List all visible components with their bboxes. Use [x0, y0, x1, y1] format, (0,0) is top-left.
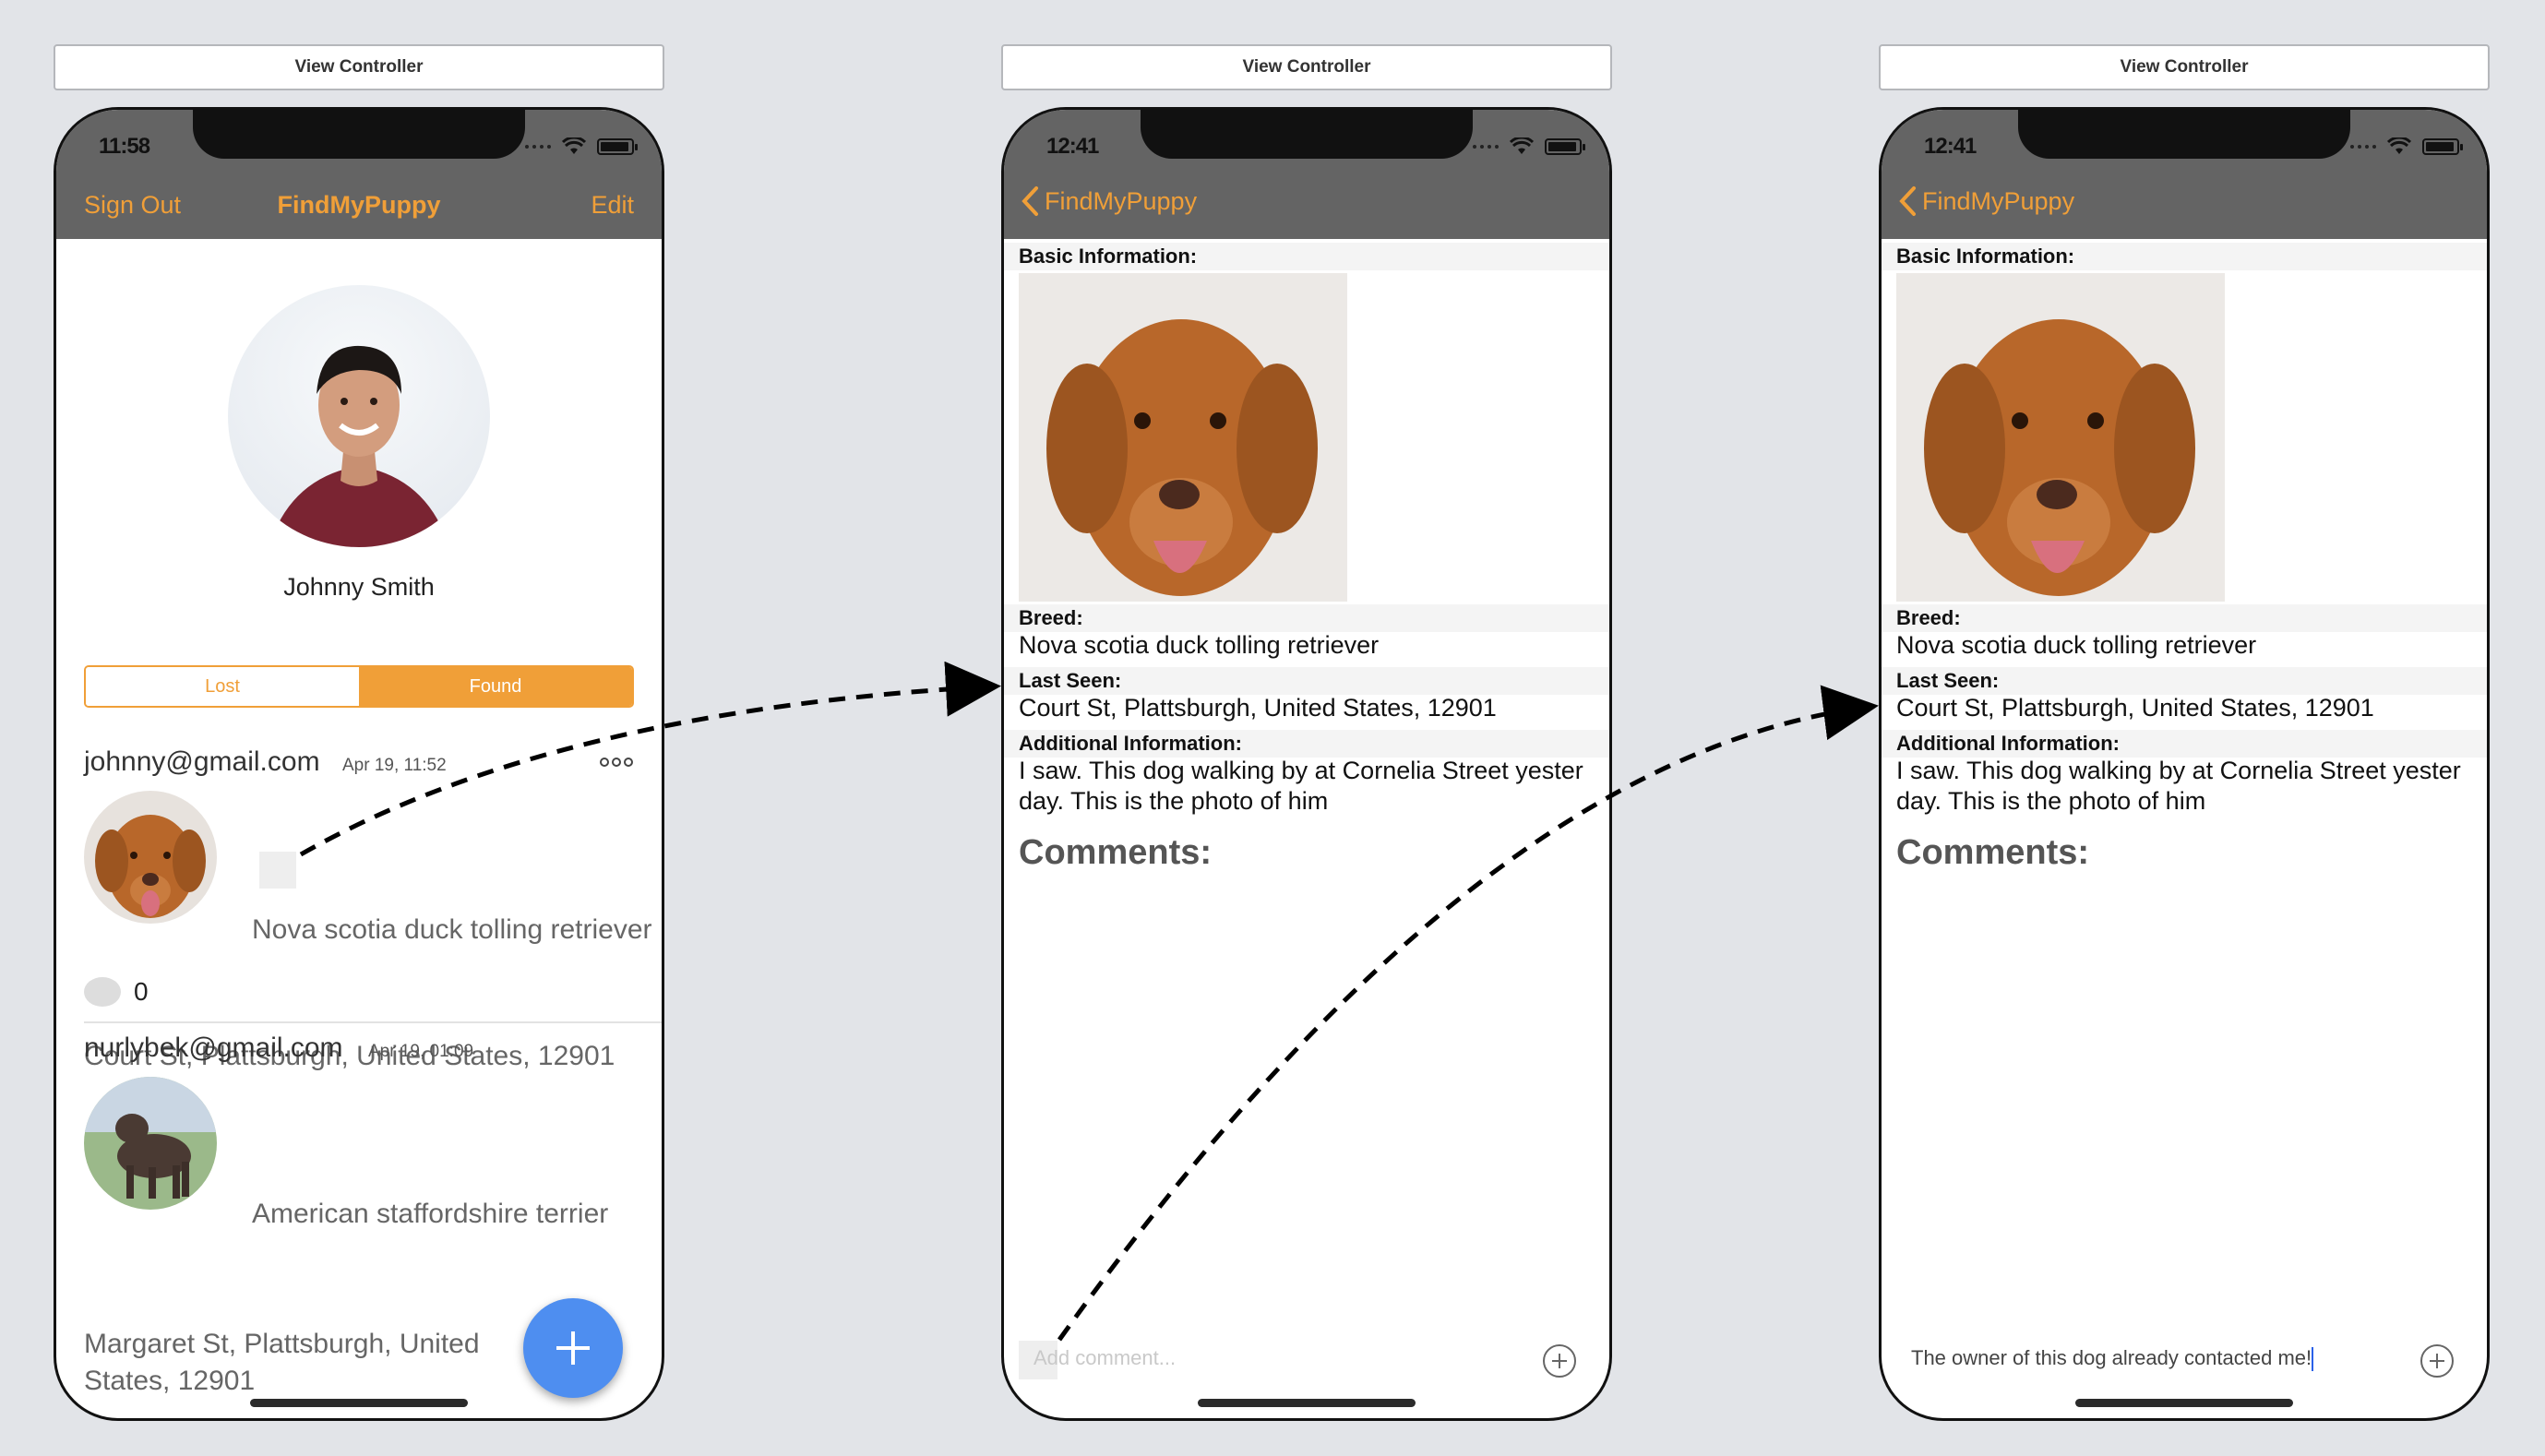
- device-notch: [193, 110, 525, 159]
- post-email: johnny@gmail.com: [84, 746, 320, 777]
- segment-found[interactable]: Found: [359, 667, 632, 706]
- add-post-button[interactable]: [523, 1298, 623, 1398]
- home-indicator: [2075, 1399, 2293, 1407]
- plus-circle-icon: [1552, 1354, 1567, 1368]
- comments-title: Comments:: [1896, 833, 2090, 872]
- signal-icon: [1473, 145, 1499, 149]
- add-comment-button[interactable]: [1543, 1344, 1576, 1378]
- more-options-icon[interactable]: [600, 758, 633, 767]
- text-caret: [2312, 1347, 2314, 1372]
- status-icons: [525, 137, 638, 156]
- dog-photo: [1896, 273, 2225, 602]
- comment-input[interactable]: The owner of this dog already contacted …: [1911, 1346, 2314, 1372]
- status-time: 11:58: [99, 134, 150, 159]
- back-button[interactable]: FindMyPuppy: [1021, 185, 1197, 217]
- post-dog-thumbnail[interactable]: [84, 791, 217, 924]
- plus-circle-icon: [2430, 1354, 2444, 1368]
- battery-icon: [1545, 138, 1585, 155]
- edit-button[interactable]: Edit: [591, 191, 634, 220]
- profile-name: Johnny Smith: [283, 573, 435, 601]
- wifi-icon: [1510, 137, 1534, 154]
- divider: [84, 1021, 662, 1023]
- post-dog-thumbnail[interactable]: [84, 1077, 217, 1210]
- comment-input-text: The owner of this dog already contacted …: [1911, 1346, 2312, 1369]
- home-indicator: [250, 1399, 468, 1407]
- view-controller-label: View Controller: [1879, 44, 2490, 90]
- signal-icon: [525, 145, 551, 149]
- view-controller-label: View Controller: [1001, 44, 1612, 90]
- home-indicator: [1198, 1399, 1416, 1407]
- post-email: nurlybek@gmail.com: [84, 1032, 343, 1063]
- segment-lost[interactable]: Lost: [86, 667, 359, 706]
- last-seen-value: Court St, Plattsburgh, United States, 12…: [1896, 694, 2374, 722]
- basic-info-label: Basic Information:: [1004, 243, 1609, 270]
- status-time: 12:41: [1046, 134, 1099, 159]
- comment-icon[interactable]: [84, 977, 121, 1007]
- device-notch: [2018, 110, 2350, 159]
- wifi-icon: [2387, 137, 2411, 154]
- phone-detail-commented-screen: 12:41 FindMyPuppy Basic Information: Bre…: [1879, 107, 2490, 1421]
- post-address: Margaret St, Plattsburgh, United: [84, 1329, 480, 1359]
- plus-icon: [556, 1331, 590, 1365]
- phone-detail-screen: 12:41 FindMyPuppy Basic Information: Bre…: [1001, 107, 1612, 1421]
- battery-icon: [597, 138, 638, 155]
- last-seen-value: Court St, Plattsburgh, United States, 12…: [1019, 694, 1497, 722]
- additional-info-label: Additional Information:: [1004, 730, 1609, 758]
- last-seen-label: Last Seen:: [1004, 667, 1609, 695]
- post-breed: Nova scotia duck tolling retriever: [252, 914, 652, 945]
- post-breed: American staffordshire terrier: [252, 1199, 609, 1229]
- post-date: Apr 19, 11:52: [342, 756, 447, 775]
- status-icons: [1473, 137, 1585, 156]
- status-time: 12:41: [1924, 134, 1977, 159]
- back-button[interactable]: FindMyPuppy: [1898, 185, 2074, 217]
- breed-label: Breed:: [1882, 604, 2487, 632]
- basic-info-label: Basic Information:: [1882, 243, 2487, 270]
- chevron-left-icon: [1022, 186, 1038, 216]
- lost-found-segmented-control[interactable]: Lost Found: [84, 665, 634, 708]
- comment-input[interactable]: Add comment...: [1034, 1346, 1176, 1370]
- post-date: Apr 19, 01:09: [368, 1042, 474, 1061]
- additional-info-value: I saw. This dog walking by at Cornelia S…: [1896, 757, 2461, 815]
- chevron-left-icon: [1899, 186, 1916, 216]
- view-controller-label: View Controller: [54, 44, 664, 90]
- breed-label: Breed:: [1004, 604, 1609, 632]
- breed-value: Nova scotia duck tolling retriever: [1896, 631, 2257, 659]
- nav-title: FindMyPuppy: [277, 191, 441, 219]
- image-placeholder: [259, 852, 296, 889]
- breed-value: Nova scotia duck tolling retriever: [1019, 631, 1380, 659]
- status-icons: [2350, 137, 2463, 156]
- post-address-line2: States, 12901: [84, 1366, 256, 1396]
- additional-info-value: I saw. This dog walking by at Cornelia S…: [1019, 757, 1583, 815]
- add-comment-button[interactable]: [2420, 1344, 2454, 1378]
- signal-icon: [2350, 145, 2376, 149]
- profile-avatar[interactable]: [228, 285, 490, 547]
- battery-icon: [2422, 138, 2463, 155]
- device-notch: [1141, 110, 1473, 159]
- wifi-icon: [562, 137, 586, 154]
- back-label: FindMyPuppy: [1045, 186, 1198, 215]
- comments-title: Comments:: [1019, 833, 1213, 872]
- back-label: FindMyPuppy: [1922, 186, 2075, 215]
- phone-profile-screen: 11:58 Sign Out FindMyPuppy Edit Johnny S…: [54, 107, 664, 1421]
- dog-photo: [1019, 273, 1347, 602]
- last-seen-label: Last Seen:: [1882, 667, 2487, 695]
- comment-count: 0: [134, 977, 149, 1006]
- additional-info-label: Additional Information:: [1882, 730, 2487, 758]
